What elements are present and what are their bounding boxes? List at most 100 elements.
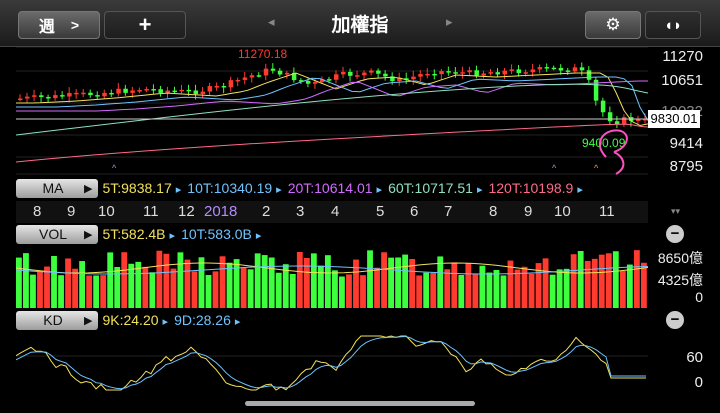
time-axis-label: 12 (178, 203, 195, 220)
candle-body (165, 90, 170, 93)
vol-value: 5T:582.4B (102, 226, 166, 242)
candle-body (502, 70, 508, 75)
candle-body (53, 95, 58, 99)
candle-body (214, 86, 220, 88)
candle-body (411, 76, 416, 80)
volume-bar (360, 275, 366, 308)
ma-indicator-row: MA ▶ 5T:9838.17 ▸ 10T:10340.19 ▸ 20T:10614.0… (16, 178, 648, 198)
gear-icon: ⚙ (605, 15, 621, 34)
candle-body (25, 96, 30, 99)
candle-body (383, 73, 388, 77)
volume-bar (570, 254, 577, 308)
candle-body (586, 70, 592, 80)
hand-drawn-tail (613, 151, 625, 175)
candle-body (516, 69, 522, 74)
flip-view-button[interactable]: ◖◗ (645, 11, 701, 39)
small-arrow-icon: ▸ (476, 184, 483, 196)
ma-settings-button[interactable]: MA ▶ (16, 178, 99, 198)
next-symbol-arrow-icon[interactable]: ▸ (446, 14, 453, 30)
kd-chart[interactable] (16, 332, 648, 394)
volume-bar (542, 258, 549, 308)
candle-body (481, 73, 486, 76)
collapse-kd-icon[interactable]: − (666, 311, 684, 329)
ma-values: 5T:9838.17 ▸ 10T:10340.19 ▸ 20T:10614.01 ▸ 60T… (102, 180, 588, 196)
volume-bar (30, 274, 36, 308)
d-line (16, 335, 646, 390)
candle-body (558, 67, 564, 71)
candle-body (376, 70, 381, 74)
volume-bar (339, 276, 345, 308)
volume-bar (437, 256, 444, 308)
kd-settings-button[interactable]: KD ▶ (16, 310, 99, 330)
caret-marker-icon: ^ (552, 163, 557, 173)
volume-bar (254, 253, 261, 308)
volume-bar (191, 271, 198, 308)
time-axis-label: 3 (296, 203, 305, 220)
caret-marker-icon: ^ (594, 163, 599, 173)
candle-body (67, 92, 72, 97)
time-axis-label: 10 (98, 203, 115, 220)
candle-body (369, 70, 374, 73)
expand-icon[interactable]: ▾▾ (671, 206, 680, 217)
kd-label: KD (43, 312, 63, 328)
volume-bar (374, 267, 380, 308)
small-arrow-icon: ▸ (234, 316, 241, 328)
vol-settings-button[interactable]: VOL ▶ (16, 224, 99, 244)
volume-bar (619, 271, 626, 308)
vol-indicator-row: VOL ▶ 5T:582.4B ▸ 10T:583.0B ▸ (16, 224, 648, 244)
collapse-vol-icon[interactable]: − (666, 225, 684, 243)
volume-bar (612, 251, 619, 308)
candle-body (607, 112, 613, 122)
volume-bar (184, 259, 191, 308)
candle-body (312, 82, 318, 84)
small-arrow-icon: ▸ (376, 184, 383, 196)
candle-body (600, 100, 606, 113)
volume-bar (16, 257, 22, 308)
candle-body (130, 90, 135, 93)
candle-body (88, 92, 93, 96)
volume-bar (93, 275, 100, 308)
small-arrow-icon: ▸ (162, 316, 169, 328)
candle-body (221, 86, 227, 88)
candle-body (530, 69, 536, 73)
home-indicator[interactable] (245, 401, 475, 406)
candle-body (495, 72, 501, 75)
volume-bar (458, 274, 465, 308)
volume-bar (240, 268, 247, 308)
candle-body (453, 72, 458, 74)
volume-bar (121, 252, 128, 308)
volume-bar (100, 275, 107, 308)
candle-body (537, 67, 543, 70)
time-axis-label: 11 (143, 203, 159, 220)
prev-symbol-arrow-icon[interactable]: ◂ (268, 14, 275, 30)
volume-bar (310, 253, 317, 308)
volume-bar (163, 253, 170, 308)
volume-bar (444, 269, 451, 308)
vol-value: 10T:583.0B (181, 226, 252, 242)
add-button[interactable]: + (104, 11, 186, 39)
volume-bar (44, 266, 50, 308)
low-annotation: 9400.09 (582, 136, 626, 150)
chevron-right-icon: ▶ (84, 314, 93, 327)
period-select-button[interactable]: 週 > (18, 11, 100, 39)
time-axis-label: 6 (410, 203, 419, 220)
time-axis-label: 8 (33, 203, 42, 220)
ma-label: MA (42, 180, 64, 196)
candle-body (207, 86, 213, 92)
small-arrow-icon: ▸ (175, 184, 182, 196)
candlestick-chart[interactable]: 11270.18 9400.09 ^ ^ ^ (16, 47, 648, 175)
k-line (16, 335, 646, 391)
candle-body (432, 73, 437, 76)
volume-chart[interactable] (16, 246, 648, 308)
vol-values: 5T:582.4B ▸ 10T:583.0B ▸ (102, 226, 267, 242)
volume-bar (205, 275, 212, 308)
price-axis-label: 9414 (669, 135, 703, 152)
period-label: 週 (38, 19, 55, 36)
candle-body (81, 92, 86, 95)
volume-bar (395, 257, 402, 308)
chevron-right-icon: > (70, 17, 80, 33)
candle-body (579, 67, 585, 71)
candle-body (60, 95, 65, 97)
volume-bar (402, 254, 409, 308)
settings-button[interactable]: ⚙ (585, 11, 641, 39)
